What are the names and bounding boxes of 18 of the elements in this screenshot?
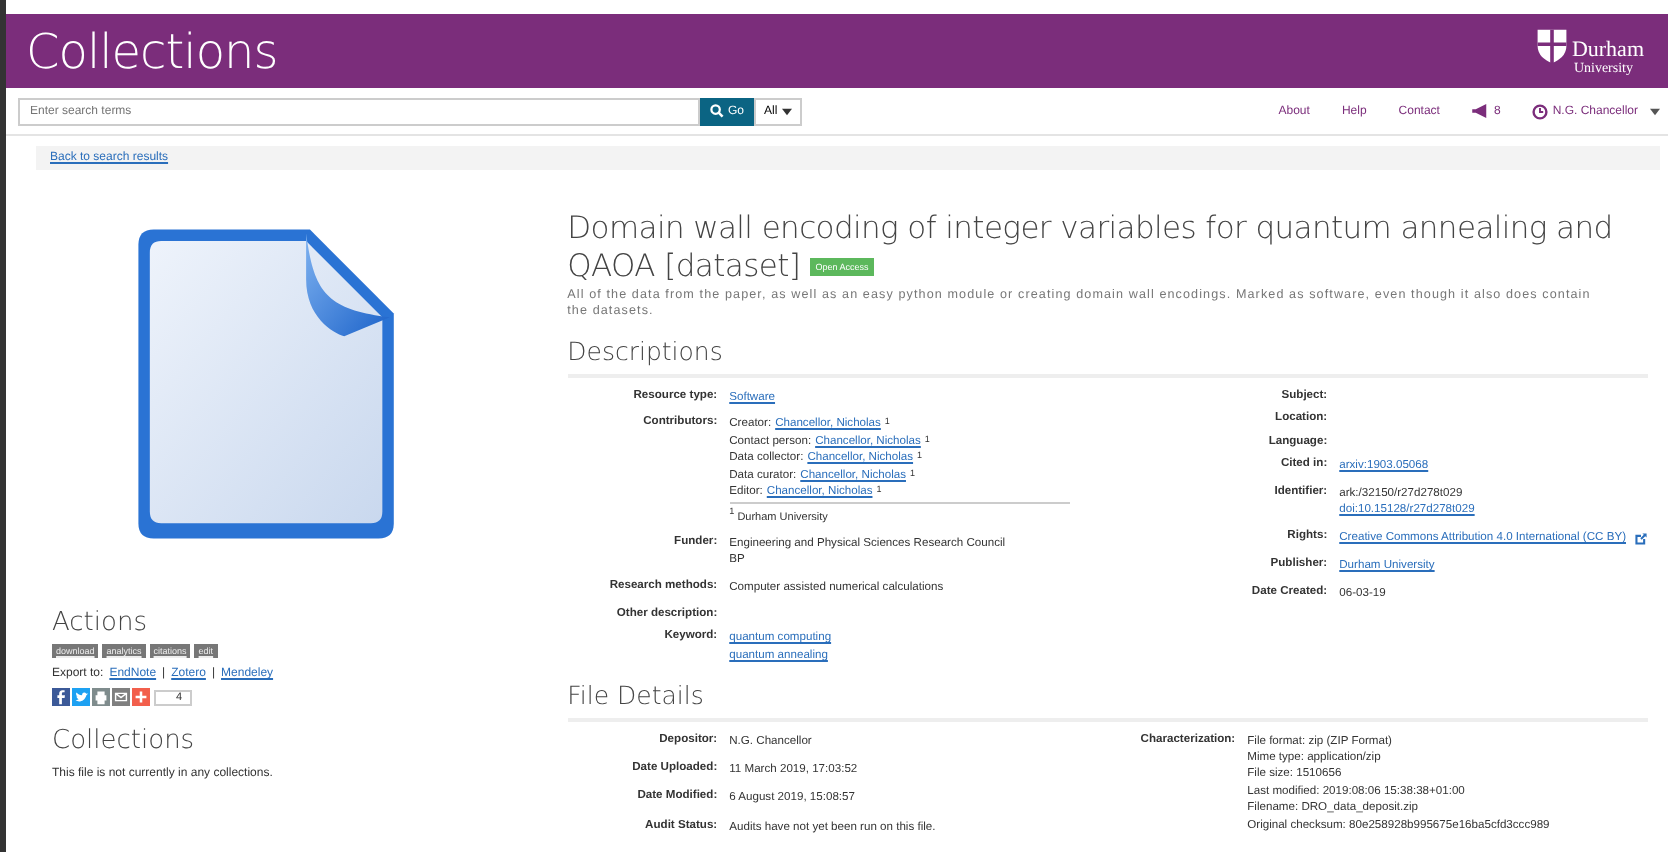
section-heading: File Details <box>567 679 1648 722</box>
shield-icon <box>1533 27 1570 63</box>
site-title: Collections <box>26 23 278 79</box>
caret-icon <box>781 107 792 115</box>
printer-icon[interactable] <box>92 688 110 706</box>
clock-icon <box>1532 103 1549 119</box>
external-link-icon[interactable] <box>1634 531 1648 546</box>
facebook-icon[interactable] <box>52 688 70 706</box>
envelope-icon[interactable] <box>112 688 130 706</box>
plus-icon[interactable] <box>132 688 150 706</box>
section-heading: Descriptions <box>567 335 1648 378</box>
bird-icon[interactable] <box>72 688 90 706</box>
megaphone-icon <box>1471 104 1490 118</box>
logo-name: Durham <box>1571 39 1644 61</box>
search-icon <box>710 104 724 118</box>
caret-icon[interactable] <box>1650 107 1660 115</box>
section-heading: Collections <box>52 726 197 756</box>
section-heading: Actions <box>52 608 149 638</box>
